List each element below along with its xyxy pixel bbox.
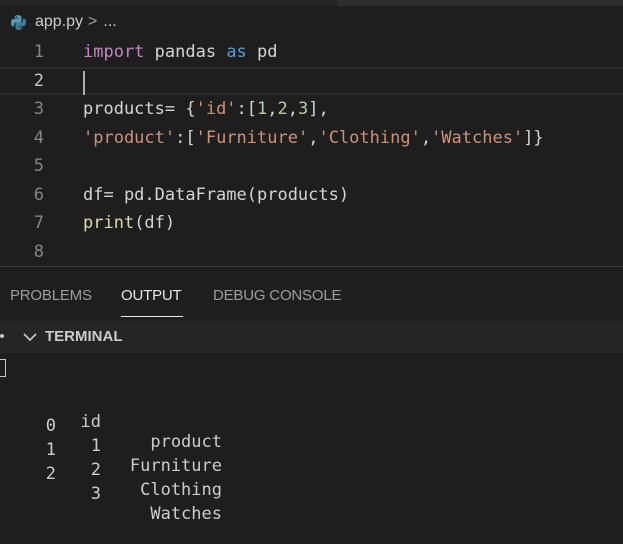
code-token: 'Furniture': [195, 127, 309, 148]
code-text[interactable]: import pandas as pd: [83, 42, 278, 62]
row-product: Clothing: [140, 480, 222, 500]
text-cursor: [83, 70, 85, 95]
tab-debug-console[interactable]: DEBUG CONSOLE: [213, 287, 341, 304]
code-token: 'Clothing': [318, 127, 421, 148]
line-number: 4: [33, 127, 44, 148]
code-token: :[: [236, 99, 258, 119]
code-token: products= {: [83, 99, 196, 119]
breadcrumb-file[interactable]: app.py: [35, 13, 83, 31]
code-token: (df): [134, 213, 176, 233]
line-number: 5: [33, 156, 44, 176]
line-number: 8: [33, 241, 44, 262]
code-token: pd: [246, 42, 278, 62]
line-number: 1: [33, 42, 44, 62]
tab-output[interactable]: OUTPUT: [121, 287, 182, 304]
row-id: 3: [90, 484, 101, 504]
code-line[interactable]: 8: [0, 238, 623, 266]
terminal-title: TERMINAL: [45, 328, 123, 345]
code-text[interactable]: products= {'id':[1,2,3],: [83, 99, 329, 119]
code-token: 1: [257, 99, 268, 119]
code-text[interactable]: df= pd.DataFrame(products): [83, 185, 349, 205]
dot-icon: [0, 334, 4, 338]
code-token: as: [226, 42, 247, 62]
breadcrumb[interactable]: app.py > ...: [0, 6, 623, 38]
code-line[interactable]: 6 df= pd.DataFrame(products): [0, 181, 623, 209]
line-number: 2: [33, 70, 44, 91]
terminal-output[interactable]: id product 0 1 Furniture 1 2 Clothing 2 …: [0, 353, 623, 524]
line-number: 7: [33, 213, 44, 233]
line-number: 3: [33, 99, 44, 119]
code-token: ,: [267, 99, 278, 119]
row-product: Watches: [150, 504, 222, 524]
code-token: ,: [308, 127, 319, 148]
code-line[interactable]: 7 print(df): [0, 209, 623, 237]
code-line[interactable]: 2: [0, 66, 623, 95]
python-file-icon: [11, 14, 26, 30]
breadcrumb-separator: >: [88, 13, 98, 30]
code-token: 'product': [83, 127, 176, 148]
code-token: 'Watches': [431, 127, 524, 148]
code-text[interactable]: 'product':['Furniture','Clothing','Watch…: [83, 128, 544, 148]
code-token: ,: [287, 99, 299, 119]
code-token: 3: [298, 99, 309, 119]
line-number: 6: [33, 184, 44, 205]
code-line[interactable]: 5: [0, 152, 623, 180]
code-line[interactable]: 1 import pandas as pd: [0, 38, 623, 66]
terminal-row: 2 3 Watches: [0, 444, 623, 524]
code-token: import: [83, 42, 145, 62]
code-token: print: [83, 213, 135, 233]
panel-tab-bar: PROBLEMS OUTPUT DEBUG CONSOLE: [0, 267, 623, 321]
active-tab-indicator: [121, 316, 183, 317]
code-token: df= pd.DataFrame(products): [83, 184, 350, 205]
code-token: ],: [308, 99, 329, 119]
code-token: :[: [175, 127, 196, 148]
terminal-section-header[interactable]: TERMINAL: [0, 321, 623, 353]
terminal-header-row: id product: [0, 372, 623, 452]
tab-problems[interactable]: PROBLEMS: [10, 287, 92, 304]
breadcrumb-ellipsis[interactable]: ...: [103, 13, 116, 31]
code-token: pandas: [144, 42, 227, 62]
chevron-down-icon[interactable]: [22, 329, 38, 345]
terminal-row: 1 2 Clothing: [0, 420, 623, 500]
code-line[interactable]: 4'product':['Furniture','Clothing','Watc…: [0, 124, 623, 152]
code-token: ,: [420, 127, 432, 148]
code-token: ]}: [523, 127, 544, 148]
code-token: 2: [277, 99, 288, 119]
row-index: 2: [45, 464, 56, 484]
code-text[interactable]: print(df): [83, 213, 175, 233]
code-editor[interactable]: 1 import pandas as pd 2 3 products= {'id':[1…: [0, 38, 623, 266]
code-token: 'id': [195, 99, 237, 119]
terminal-row: 0 1 Furniture: [0, 396, 623, 476]
code-line[interactable]: 3 products= {'id':[1,2,3],: [0, 95, 623, 123]
